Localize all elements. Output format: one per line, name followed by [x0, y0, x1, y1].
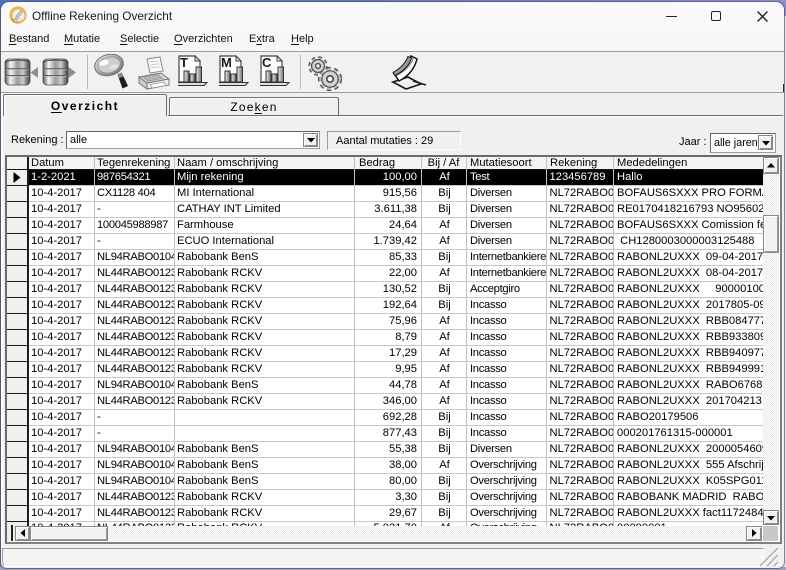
svg-text:M: M — [221, 55, 232, 70]
svg-text:C: C — [262, 55, 272, 70]
svg-text:T: T — [180, 55, 188, 70]
